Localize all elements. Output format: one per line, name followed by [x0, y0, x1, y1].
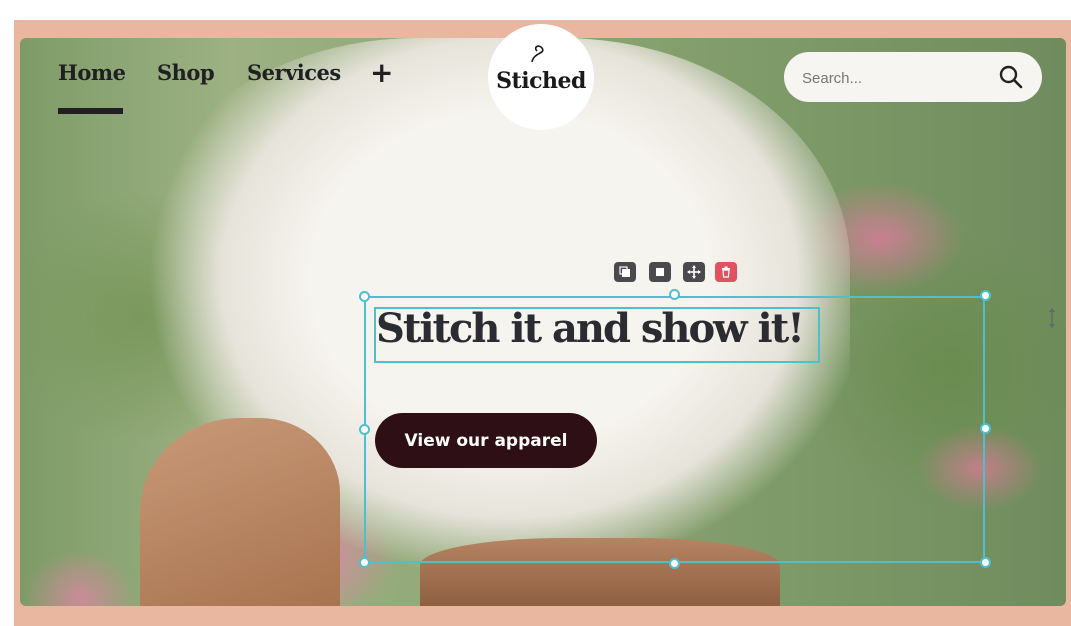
- nav-item-shop[interactable]: Shop: [157, 60, 215, 85]
- hero-arm-shape: [140, 418, 340, 606]
- search-input[interactable]: [800, 65, 994, 91]
- copy-icon[interactable]: [649, 262, 671, 282]
- brand-logo[interactable]: Stiched: [488, 24, 594, 130]
- resize-handle-top[interactable]: [669, 289, 680, 300]
- view-apparel-button[interactable]: View our apparel: [375, 413, 597, 468]
- resize-handle-bottom-right[interactable]: [980, 557, 991, 568]
- resize-handle-bottom[interactable]: [669, 558, 680, 569]
- nav-item-services[interactable]: Services: [247, 60, 341, 85]
- resize-handle-top-right[interactable]: [980, 290, 991, 301]
- resize-handle-top-left[interactable]: [359, 291, 370, 302]
- move-icon[interactable]: [683, 262, 705, 282]
- nav-item-home[interactable]: Home: [58, 60, 126, 85]
- plus-icon[interactable]: +: [370, 56, 393, 89]
- duplicate-icon[interactable]: [614, 262, 636, 282]
- resize-handle-left[interactable]: [359, 424, 370, 435]
- swirl-icon: [531, 45, 544, 63]
- search-icon[interactable]: [998, 64, 1024, 90]
- hero-headline[interactable]: Stitch it and show it!: [376, 305, 805, 352]
- resize-handle-right[interactable]: [980, 423, 991, 434]
- resize-handle-bottom-left[interactable]: [359, 557, 370, 568]
- trash-icon[interactable]: [715, 262, 737, 282]
- resize-cursor-icon: [1049, 308, 1055, 328]
- logo-text: Stiched: [496, 68, 586, 94]
- nav-active-underline: [58, 108, 123, 114]
